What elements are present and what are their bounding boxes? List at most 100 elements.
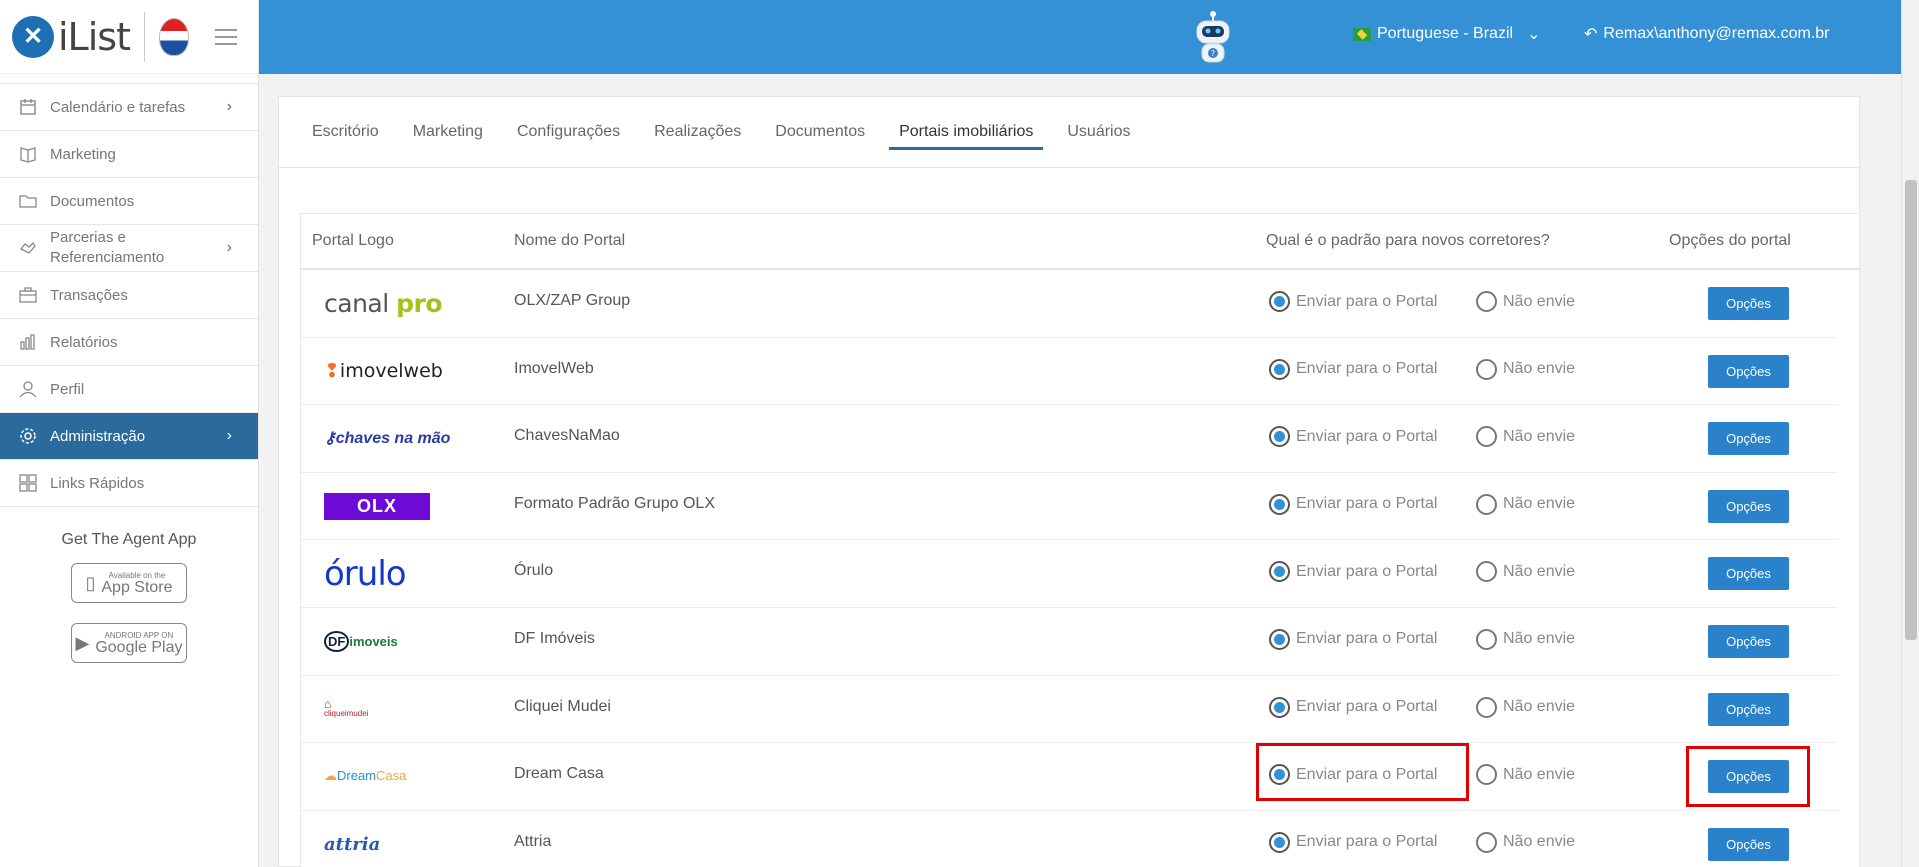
radio-selected-icon[interactable] (1269, 628, 1290, 650)
options-button[interactable]: Opções (1708, 624, 1789, 658)
cloud-house-icon: ☁ (324, 768, 337, 784)
sidebar-item-transactions[interactable]: Transações (0, 272, 258, 319)
sidebar-item-label: Relatórios (50, 333, 118, 351)
tab-office[interactable]: Escritório (312, 97, 379, 168)
sidebar-item-administration[interactable]: Administração › (0, 413, 258, 460)
table-row: OLX Formato Padrão Grupo OLX Enviar para… (301, 473, 1838, 541)
do-not-send-radio[interactable]: Não envie (1476, 628, 1575, 650)
table-row: DF imoveis DF Imóveis Enviar para o Porta… (301, 608, 1838, 676)
portal-logo: órulo (324, 553, 407, 594)
chevron-right-icon: › (226, 98, 232, 115)
header-portal-options: Opções do portal (1669, 232, 1791, 249)
logo-divider (143, 11, 145, 62)
portal-logo: ⚷chaves na mão (324, 430, 451, 448)
sidebar-item-marketing[interactable]: Marketing (0, 131, 258, 178)
portals-table: Portal Logo Nome do Portal Qual é o padr… (300, 213, 1860, 867)
book-icon (18, 144, 38, 164)
page-scrollbar[interactable] (1901, 0, 1919, 867)
do-not-send-radio[interactable]: Não envie (1476, 291, 1575, 312)
options-button[interactable]: Opções (1708, 489, 1789, 523)
google-play-button[interactable]: ▶ ANDROID APP ON Google Play (71, 623, 187, 663)
do-not-send-radio[interactable]: Não envie (1476, 831, 1575, 853)
do-not-send-radio[interactable]: Não envie (1476, 493, 1575, 515)
send-to-portal-radio[interactable]: Enviar para o Portal (1269, 628, 1437, 650)
send-label: Enviar para o Portal (1296, 562, 1438, 580)
send-to-portal-radio[interactable]: Enviar para o Portal (1269, 358, 1438, 380)
sidebar-item-profile[interactable]: Perfil (0, 366, 258, 413)
send-to-portal-radio[interactable]: Enviar para o Portal (1269, 764, 1437, 786)
radio-selected-icon[interactable] (1269, 291, 1290, 312)
sidebar-item-quick-links[interactable]: Links Rápidos (0, 460, 258, 507)
send-to-portal-radio[interactable]: Enviar para o Portal (1269, 831, 1438, 853)
sidebar-item-partnerships[interactable]: Parcerias e Referenciamento › (0, 225, 258, 272)
sidebar-item-documents[interactable]: Documentos (0, 178, 258, 225)
user-icon (18, 379, 38, 399)
google-big-text: Google Play (95, 638, 183, 656)
send-label: Enviar para o Portal (1296, 292, 1438, 310)
radio-selected-icon[interactable] (1269, 831, 1290, 853)
calendar-icon (18, 97, 38, 117)
tab-users[interactable]: Usuários (1067, 97, 1130, 168)
do-not-send-radio[interactable]: Não envie (1476, 426, 1575, 448)
robot-assistant-icon[interactable]: ? (1188, 10, 1238, 64)
send-to-portal-radio[interactable]: Enviar para o Portal (1269, 561, 1438, 583)
radio-selected-icon[interactable] (1269, 426, 1290, 448)
briefcase-icon (18, 285, 38, 305)
send-label: Enviar para o Portal (1296, 360, 1438, 378)
app-store-button[interactable]: ▯ Available on the App Store (71, 563, 187, 603)
grid-icon (18, 473, 38, 493)
agent-app-section: Get The Agent App ▯ Available on the App … (0, 507, 258, 663)
send-label: Enviar para o Portal (1296, 833, 1438, 851)
do-not-send-radio[interactable]: Não envie (1476, 358, 1575, 380)
do-not-send-radio[interactable]: Não envie (1476, 561, 1575, 583)
options-button[interactable]: Opções (1708, 557, 1789, 591)
tab-achievements[interactable]: Realizações (654, 97, 741, 168)
send-to-portal-radio[interactable]: Enviar para o Portal (1269, 493, 1437, 515)
radio-unselected-icon[interactable] (1476, 358, 1497, 380)
portal-name: OLX/ZAP Group (514, 292, 631, 309)
options-button[interactable]: Opções (1708, 422, 1789, 456)
radio-selected-icon[interactable] (1269, 764, 1290, 786)
radio-unselected-icon[interactable] (1476, 831, 1497, 853)
ilist-logo-text[interactable]: iList (58, 15, 131, 59)
scrollbar-thumb[interactable] (1905, 180, 1917, 640)
radio-unselected-icon[interactable] (1476, 493, 1497, 515)
tab-real-estate-portals[interactable]: Portais imobiliários (889, 97, 1044, 168)
language-selector[interactable]: Portuguese - Brazil ⌄ (1353, 24, 1540, 44)
radio-selected-icon[interactable] (1269, 561, 1290, 583)
send-to-portal-radio[interactable]: Enviar para o Portal (1269, 426, 1437, 448)
radio-unselected-icon[interactable] (1476, 696, 1497, 718)
portal-name: ChavesNaMao (514, 427, 620, 445)
tab-marketing[interactable]: Marketing (413, 97, 483, 168)
options-button[interactable]: Opções (1708, 827, 1789, 861)
radio-selected-icon[interactable] (1269, 493, 1290, 515)
key-icon: ⚷ (324, 430, 336, 448)
radio-selected-icon[interactable] (1269, 358, 1290, 380)
hamburger-menu-icon[interactable] (214, 28, 237, 45)
sidebar-item-calendar[interactable]: Calendário e tarefas › (0, 84, 258, 131)
send-to-portal-radio[interactable]: Enviar para o Portal (1269, 291, 1437, 312)
do-not-send-radio[interactable]: Não envie (1476, 764, 1575, 786)
phone-icon: ▯ (85, 572, 96, 593)
radio-unselected-icon[interactable] (1476, 561, 1497, 583)
portal-logo: ⌂ cliqueimudei (324, 696, 369, 718)
options-button[interactable]: Opções (1708, 760, 1789, 794)
radio-unselected-icon[interactable] (1476, 426, 1497, 448)
portal-name: Formato Padrão Grupo OLX (514, 494, 715, 512)
radio-unselected-icon[interactable] (1476, 291, 1497, 312)
tab-settings[interactable]: Configurações (517, 97, 620, 168)
sidebar-item-buyer-match[interactable] (0, 74, 258, 84)
sidebar-item-reports[interactable]: Relatórios (0, 319, 258, 366)
ilist-logo-icon[interactable]: ✕ (12, 15, 54, 58)
options-button[interactable]: Opções (1708, 354, 1789, 388)
radio-unselected-icon[interactable] (1476, 628, 1497, 650)
options-button[interactable]: Opções (1708, 692, 1789, 726)
radio-selected-icon[interactable] (1269, 696, 1290, 718)
send-to-portal-radio[interactable]: Enviar para o Portal (1269, 696, 1437, 718)
tab-documents[interactable]: Documentos (775, 97, 865, 168)
do-not-send-radio[interactable]: Não envie (1476, 696, 1575, 718)
sidebar-item-label: Administração (50, 427, 146, 445)
user-account-link[interactable]: ↶ Remax\anthony@remax.com.br (1584, 24, 1830, 44)
radio-unselected-icon[interactable] (1476, 764, 1497, 786)
options-button[interactable]: Opções (1708, 287, 1789, 320)
